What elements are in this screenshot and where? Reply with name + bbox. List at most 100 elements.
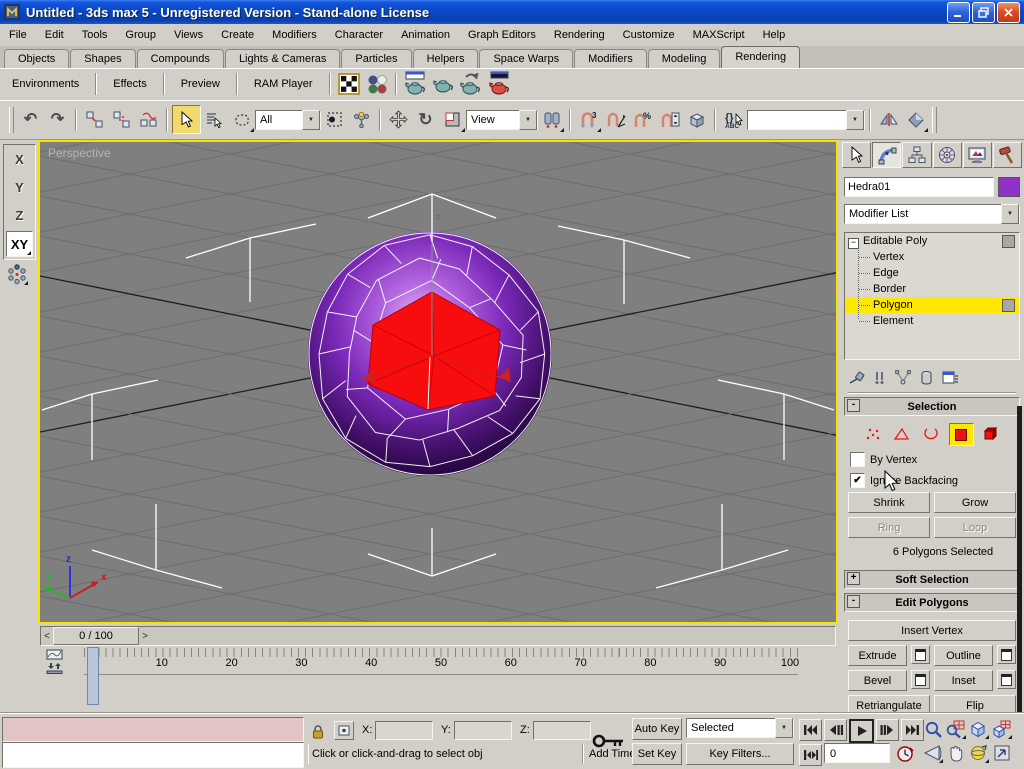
object-color-swatch[interactable] bbox=[998, 177, 1020, 197]
ignore-backfacing-row[interactable]: ✔ Ignore Backfacing bbox=[850, 473, 1024, 488]
menu-file[interactable]: File bbox=[0, 26, 36, 44]
selection-lock-button[interactable] bbox=[310, 722, 326, 740]
stack-onoff-icon[interactable] bbox=[1002, 299, 1015, 312]
key-mode-toggle-button[interactable] bbox=[799, 744, 822, 766]
previous-frame-arrow[interactable]: < bbox=[41, 628, 53, 644]
restrict-y-button[interactable]: Y bbox=[7, 175, 32, 199]
outline-button[interactable]: Outline bbox=[934, 645, 993, 666]
reference-coordsys-dropdown[interactable]: View ▼ bbox=[466, 109, 538, 130]
shelf-tab-space-warps[interactable]: Space Warps bbox=[479, 49, 574, 68]
material-map-browser-button[interactable] bbox=[363, 70, 391, 98]
stack-subobject-polygon[interactable]: Polygon bbox=[845, 297, 1019, 313]
configure-modifier-sets-icon[interactable] bbox=[942, 370, 959, 385]
shelf-tab-particles[interactable]: Particles bbox=[341, 49, 412, 68]
select-and-scale-button[interactable] bbox=[439, 106, 466, 133]
stack-subobject-edge[interactable]: Edge bbox=[845, 265, 1019, 281]
menu-group[interactable]: Group bbox=[116, 26, 165, 44]
pin-stack-icon[interactable] bbox=[848, 370, 865, 385]
shelf-button-ram-player[interactable]: RAM Player bbox=[242, 74, 325, 94]
dropdown-arrow-icon[interactable]: ▼ bbox=[519, 109, 537, 130]
selection-region-button[interactable] bbox=[228, 106, 255, 133]
toolbar-handle[interactable] bbox=[932, 106, 937, 133]
key-selection-dropdown[interactable]: Selected ▼ bbox=[686, 718, 794, 738]
menu-create[interactable]: Create bbox=[212, 26, 263, 44]
extrude-button[interactable]: Extrude bbox=[848, 645, 907, 666]
menu-graph-editors[interactable]: Graph Editors bbox=[459, 26, 545, 44]
next-frame-arrow[interactable]: > bbox=[139, 628, 151, 644]
z-coord-field[interactable] bbox=[533, 721, 591, 740]
previous-frame-button[interactable] bbox=[824, 719, 847, 741]
ignore-backfacing-checkbox[interactable]: ✔ bbox=[850, 473, 865, 488]
shelf-button-effects[interactable]: Effects bbox=[101, 74, 158, 94]
open-mini-curve-editor-icon[interactable] bbox=[46, 649, 64, 675]
vertex-subobject-button[interactable] bbox=[862, 423, 885, 444]
flip-button[interactable]: Flip bbox=[934, 695, 1016, 712]
ring-button[interactable]: Ring bbox=[848, 517, 930, 538]
restrict-xy-plane-button[interactable]: XY bbox=[6, 231, 33, 257]
menu-customize[interactable]: Customize bbox=[614, 26, 684, 44]
zoom-extents-all-button[interactable] bbox=[990, 718, 1013, 740]
arc-rotate-button[interactable] bbox=[967, 742, 990, 764]
track-bar[interactable]: 0102030405060708090100 bbox=[38, 647, 838, 705]
panel-scrollbar[interactable] bbox=[1017, 406, 1022, 712]
menu-character[interactable]: Character bbox=[326, 26, 392, 44]
redo-button[interactable]: ↷ bbox=[44, 106, 71, 133]
go-to-start-button[interactable] bbox=[799, 719, 822, 741]
shelf-tab-modeling[interactable]: Modeling bbox=[647, 49, 721, 68]
tab-modify[interactable] bbox=[872, 142, 902, 168]
by-vertex-checkbox[interactable] bbox=[850, 452, 865, 467]
spinner-snap-button[interactable] bbox=[656, 106, 683, 133]
current-frame-field[interactable]: 0 bbox=[824, 743, 890, 763]
minimize-button[interactable] bbox=[947, 1, 970, 23]
shrink-button[interactable]: Shrink bbox=[848, 492, 930, 513]
viewport-label[interactable]: Perspective bbox=[48, 146, 111, 160]
current-frame-marker[interactable] bbox=[87, 647, 99, 705]
by-vertex-row[interactable]: By Vertex bbox=[850, 452, 1024, 467]
snap-toggle-3d-button[interactable]: 3 bbox=[575, 106, 602, 133]
shelf-tab-helpers[interactable]: Helpers bbox=[412, 49, 479, 68]
tab-create[interactable] bbox=[842, 142, 872, 168]
outline-settings-button[interactable] bbox=[997, 645, 1016, 664]
edit-polygons-rollout-header[interactable]: - Edit Polygons bbox=[844, 593, 1020, 612]
perspective-viewport[interactable]: Perspective x z z y x bbox=[38, 140, 838, 624]
stack-onoff-icon[interactable] bbox=[1002, 235, 1015, 248]
menu-tools[interactable]: Tools bbox=[73, 26, 117, 44]
shelf-tab-objects[interactable]: Objects bbox=[4, 49, 70, 68]
time-configuration-button[interactable] bbox=[894, 743, 916, 765]
percent-snap-button[interactable]: % bbox=[629, 106, 656, 133]
dropdown-arrow-icon[interactable]: ▼ bbox=[846, 109, 864, 130]
selection-filter-dropdown[interactable]: All ▼ bbox=[255, 109, 321, 130]
named-selection-dropdown[interactable]: ▼ bbox=[747, 109, 865, 130]
menu-help[interactable]: Help bbox=[754, 26, 795, 44]
object-name-field[interactable]: Hedra01 bbox=[844, 177, 994, 197]
loop-button[interactable]: Loop bbox=[934, 517, 1016, 538]
pan-button[interactable] bbox=[944, 742, 967, 764]
play-button[interactable] bbox=[849, 719, 874, 743]
restrict-z-button[interactable]: Z bbox=[7, 203, 32, 227]
close-button[interactable] bbox=[997, 1, 1020, 23]
activeshade-button[interactable] bbox=[485, 70, 513, 98]
element-subobject-button[interactable] bbox=[980, 423, 1003, 444]
shelf-tab-compounds[interactable]: Compounds bbox=[136, 49, 224, 68]
menu-edit[interactable]: Edit bbox=[36, 26, 73, 44]
modifier-list-dropdown[interactable]: Modifier List ▼ bbox=[844, 204, 1020, 224]
mirror-button[interactable] bbox=[875, 106, 902, 133]
tab-motion[interactable] bbox=[932, 142, 962, 168]
stack-subobject-element[interactable]: Element bbox=[845, 313, 1019, 329]
absolute-offset-toggle[interactable] bbox=[334, 721, 354, 740]
keyboard-shortcut-override-button[interactable]: {} ABC bbox=[720, 106, 747, 133]
retriangulate-button[interactable]: Retriangulate bbox=[848, 695, 930, 712]
dropdown-arrow-icon[interactable]: ▼ bbox=[302, 109, 320, 130]
shelf-button-preview[interactable]: Preview bbox=[169, 74, 232, 94]
menu-views[interactable]: Views bbox=[165, 26, 212, 44]
stack-root-row[interactable]: − Editable Poly bbox=[845, 233, 1019, 249]
restrict-x-button[interactable]: X bbox=[7, 147, 32, 171]
shelf-tab-lights-cameras[interactable]: Lights & Cameras bbox=[224, 49, 341, 68]
restore-button[interactable] bbox=[972, 1, 995, 23]
bind-to-space-warp-button[interactable] bbox=[135, 106, 162, 133]
material-editor-button[interactable] bbox=[335, 70, 363, 98]
auto-key-button[interactable]: Auto Key bbox=[632, 718, 682, 740]
select-object-button[interactable] bbox=[172, 105, 201, 134]
shelf-tab-modifiers[interactable]: Modifiers bbox=[574, 49, 647, 68]
tab-display[interactable] bbox=[962, 142, 992, 168]
